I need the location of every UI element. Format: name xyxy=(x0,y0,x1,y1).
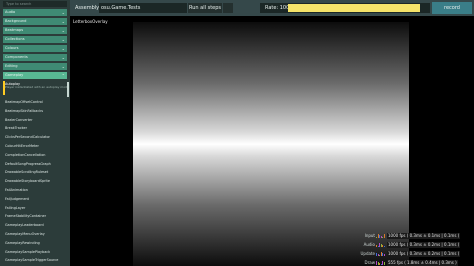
letterbox-overlay-preview xyxy=(133,22,409,266)
test-item[interactable]: DrawableStoryboardSprite xyxy=(5,179,67,183)
category-label: Audio xyxy=(5,10,16,14)
category-beatmaps[interactable]: Beatmaps ⌄ xyxy=(3,27,67,34)
fps-thread-name: Draw xyxy=(364,260,375,265)
fps-thread-name: Audio xyxy=(363,242,375,247)
fps-thread-name: Input xyxy=(364,233,375,238)
frame-time-graph-icon xyxy=(376,233,386,238)
rate-slider-fill xyxy=(288,4,420,12)
fps-value: 1000 fps ( 0.3ms ± 0.1ms | 0.1ms ) xyxy=(387,232,461,239)
frame-time-graph-icon xyxy=(376,260,386,265)
category-label: Components xyxy=(5,55,28,59)
sidebar-scrollbar[interactable] xyxy=(67,82,69,97)
test-item[interactable]: BeatmapSkinFallbacks xyxy=(5,109,67,113)
fps-thread-name: Update xyxy=(360,251,376,256)
category-label: Background xyxy=(5,19,27,23)
fps-row: Draw 555 fps ( 1.8ms ± 0.4ms | 0.3ms ) xyxy=(352,259,472,266)
category-label: Collections xyxy=(5,37,25,41)
test-item[interactable]: FrameStabilityContainer xyxy=(5,214,67,218)
test-item[interactable]: GameplaySampleTriggerSource xyxy=(5,258,67,262)
category-label: Colours xyxy=(5,46,19,50)
fps-row: Update 1000 fps ( 0.3ms ± 0.2ms | 0.1ms ) xyxy=(352,250,472,257)
chevron-down-icon: ⌄ xyxy=(61,37,65,42)
test-item[interactable]: BeatmapOffsetControl xyxy=(5,100,67,104)
test-item[interactable]: BezierConverter xyxy=(5,118,67,122)
test-browser-sidebar: Type to search Audio ⌄ Background ⌄ Beatma… xyxy=(0,0,70,266)
record-button[interactable]: record xyxy=(432,2,472,14)
test-canvas: LetterboxOverlay xyxy=(70,16,474,266)
fps-value: 1000 fps ( 0.3ms ± 0.2ms | 0.1ms ) xyxy=(387,241,461,248)
test-item[interactable]: CompletionCancellation xyxy=(5,153,67,157)
assembly-input[interactable]: osu.Game.Tests xyxy=(99,3,187,13)
frame-time-bar xyxy=(384,246,385,247)
chevron-down-icon: ⌄ xyxy=(61,10,65,15)
test-item[interactable]: BreakTracker xyxy=(5,126,67,130)
frame-time-bar xyxy=(384,234,385,238)
frame-time-graph-icon xyxy=(376,242,386,247)
rate-slider[interactable]: Rate: 100% xyxy=(260,3,430,13)
category-label: Beatmaps xyxy=(5,28,24,32)
test-item-autoplay[interactable]: Autoplay Player instantiated with an aut… xyxy=(5,82,67,89)
category-label: Editing xyxy=(5,64,18,68)
run-all-steps-button[interactable]: Run all steps xyxy=(188,3,222,13)
chevron-down-icon: ⌄ xyxy=(61,46,65,51)
fps-row: Input 1000 fps ( 0.3ms ± 0.1ms | 0.1ms ) xyxy=(352,232,472,239)
test-description: Player instantiated with an autoplay mod… xyxy=(5,85,67,89)
chevron-down-icon: ⌄ xyxy=(61,64,65,69)
test-item[interactable]: DefaultSongProgressGraph xyxy=(5,162,67,166)
frame-time-bar xyxy=(384,262,385,265)
category-background[interactable]: Background ⌄ xyxy=(3,18,67,25)
test-item[interactable]: FailingLayer xyxy=(5,206,67,210)
fps-value: 555 fps ( 1.8ms ± 0.4ms | 0.3ms ) xyxy=(387,259,458,266)
test-item[interactable]: FailAnimation xyxy=(5,188,67,192)
test-scene-title: LetterboxOverlay xyxy=(73,19,108,24)
run-all-steps-checkbox[interactable] xyxy=(223,3,233,13)
category-label: Gameplay xyxy=(5,73,24,77)
category-audio[interactable]: Audio ⌄ xyxy=(3,9,67,16)
category-collections[interactable]: Collections ⌄ xyxy=(3,36,67,43)
test-item[interactable]: GameplayLeaderboard xyxy=(5,223,67,227)
test-item[interactable]: DrawableScrollingRuleset xyxy=(5,170,67,174)
frame-time-graph-icon xyxy=(376,251,386,256)
test-item[interactable]: GameplaySamplePlayback xyxy=(5,250,67,254)
chevron-down-icon: ⌄ xyxy=(61,28,65,33)
chevron-up-icon: ⌃ xyxy=(61,73,65,78)
category-gameplay[interactable]: Gameplay ⌃ xyxy=(3,72,67,79)
toolbar: Assembly osu.Game.Tests Run all steps Ra… xyxy=(70,0,474,16)
test-item[interactable]: ClicksPerSecondCalculator xyxy=(5,135,67,139)
category-colours[interactable]: Colours ⌄ xyxy=(3,45,67,52)
test-item[interactable]: ColourHitErrorMeter xyxy=(5,144,67,148)
frame-time-bar xyxy=(384,254,385,256)
chevron-down-icon: ⌄ xyxy=(61,55,65,60)
category-components[interactable]: Components ⌄ xyxy=(3,54,67,61)
test-item[interactable]: GameplayMenuOverlay xyxy=(5,232,67,236)
search-input[interactable]: Type to search xyxy=(3,1,67,7)
chevron-down-icon: ⌄ xyxy=(61,19,65,24)
category-editing[interactable]: Editing ⌄ xyxy=(3,63,67,70)
test-item[interactable]: FailJudgement xyxy=(5,197,67,201)
assembly-label: Assembly xyxy=(75,5,100,11)
test-item[interactable]: GameplayRewinding xyxy=(5,241,67,245)
fps-row: Audio 1000 fps ( 0.3ms ± 0.2ms | 0.1ms ) xyxy=(352,241,472,248)
fps-value: 1000 fps ( 0.3ms ± 0.2ms | 0.1ms ) xyxy=(387,250,461,257)
